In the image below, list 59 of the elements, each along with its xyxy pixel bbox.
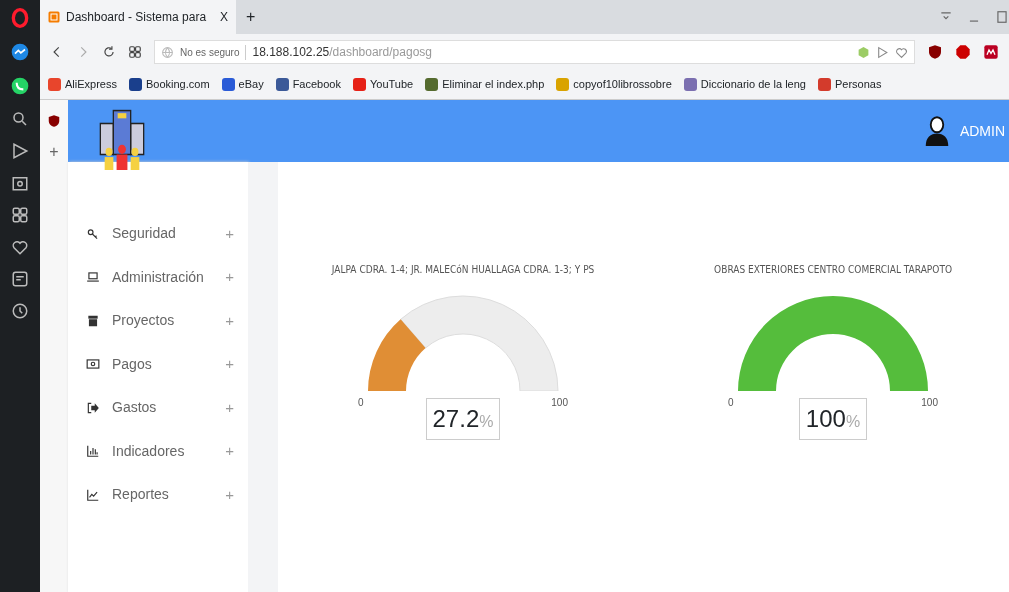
- bookmark-link[interactable]: YouTube: [352, 76, 414, 93]
- url-text: 18.188.102.25/dashboard/pagosg: [252, 44, 432, 61]
- chat-icon[interactable]: [10, 76, 30, 96]
- gauge-min-label: 0: [358, 395, 364, 410]
- restore-icon[interactable]: [995, 10, 1009, 24]
- shield-icon[interactable]: [927, 44, 943, 60]
- play-icon[interactable]: [876, 45, 889, 59]
- security-label: No es seguro: [180, 44, 247, 60]
- add-panel-button[interactable]: +: [49, 140, 59, 164]
- speed-dial-icon[interactable]: [128, 45, 142, 59]
- line-chart-icon: [86, 487, 100, 502]
- shield-icon[interactable]: [47, 114, 61, 128]
- stop-sign-icon[interactable]: [955, 44, 971, 60]
- extension-icon[interactable]: [983, 44, 999, 60]
- bar-chart-icon: [86, 444, 100, 459]
- archive-icon: [86, 313, 100, 328]
- gauge-max-label: 100: [551, 395, 568, 410]
- camera-icon[interactable]: [11, 174, 29, 192]
- bookmark-link[interactable]: Booking.com: [128, 76, 210, 93]
- key-icon: [86, 226, 100, 241]
- tab-close-button[interactable]: X: [220, 8, 228, 26]
- menu-item[interactable]: Indicadores +: [68, 429, 248, 473]
- bookmark-link[interactable]: Diccionario de la leng: [683, 76, 806, 93]
- gauge-title: JALPA CDRA. 1-4; JR. MALECóN HUALLAGA CDRA. 1-3; Y PS: [331, 262, 595, 278]
- bookmark-link[interactable]: AliExpress: [48, 76, 117, 93]
- gauge-title: OBRAS EXTERIORES CENTRO COMERCIAL TARAPOTO: [714, 262, 952, 278]
- news-icon[interactable]: [11, 270, 29, 288]
- grid-icon[interactable]: [11, 206, 29, 224]
- bookmark-link[interactable]: Facebook: [275, 76, 341, 93]
- gauge-max-label: 100: [921, 395, 938, 410]
- laptop-icon: [86, 270, 100, 285]
- browser-tab[interactable]: Dashboard - Sistema para X: [40, 0, 236, 34]
- menu-item[interactable]: Administración +: [68, 255, 248, 299]
- gauge-min-label: 0: [728, 395, 734, 410]
- menu-item[interactable]: Proyectos +: [68, 299, 248, 343]
- search-icon[interactable]: [11, 110, 29, 128]
- clock-icon[interactable]: [11, 302, 29, 320]
- menu-item[interactable]: Seguridad +: [68, 212, 248, 256]
- exit-icon: [86, 400, 100, 415]
- tab-title: Dashboard - Sistema para: [66, 9, 208, 26]
- bookmark-link[interactable]: Personas: [817, 76, 882, 93]
- favicon-icon: [48, 11, 60, 23]
- gauge-value: 100%: [798, 397, 868, 440]
- bookmark-link[interactable]: copyof10librossobre: [556, 76, 672, 93]
- browser-logo-icon[interactable]: [10, 8, 30, 28]
- reload-icon[interactable]: [102, 45, 116, 59]
- banknote-icon: [86, 357, 100, 372]
- globe-icon: [161, 45, 174, 59]
- heart-icon[interactable]: [11, 238, 29, 256]
- bookmark-link[interactable]: Eliminar el index.php: [425, 76, 545, 93]
- menu-item[interactable]: Reportes +: [68, 473, 248, 517]
- menu-item[interactable]: Pagos +: [68, 342, 248, 386]
- new-tab-button[interactable]: +: [246, 5, 256, 29]
- messenger-icon[interactable]: [10, 42, 30, 62]
- send-icon[interactable]: [11, 142, 29, 160]
- address-field[interactable]: No es seguro 18.188.102.25/dashboard/pagosg: [154, 40, 915, 64]
- bookmark-link[interactable]: eBay: [221, 76, 264, 93]
- gauge-value: 27.2%: [425, 397, 501, 440]
- menu-item[interactable]: Gastos +: [68, 386, 248, 430]
